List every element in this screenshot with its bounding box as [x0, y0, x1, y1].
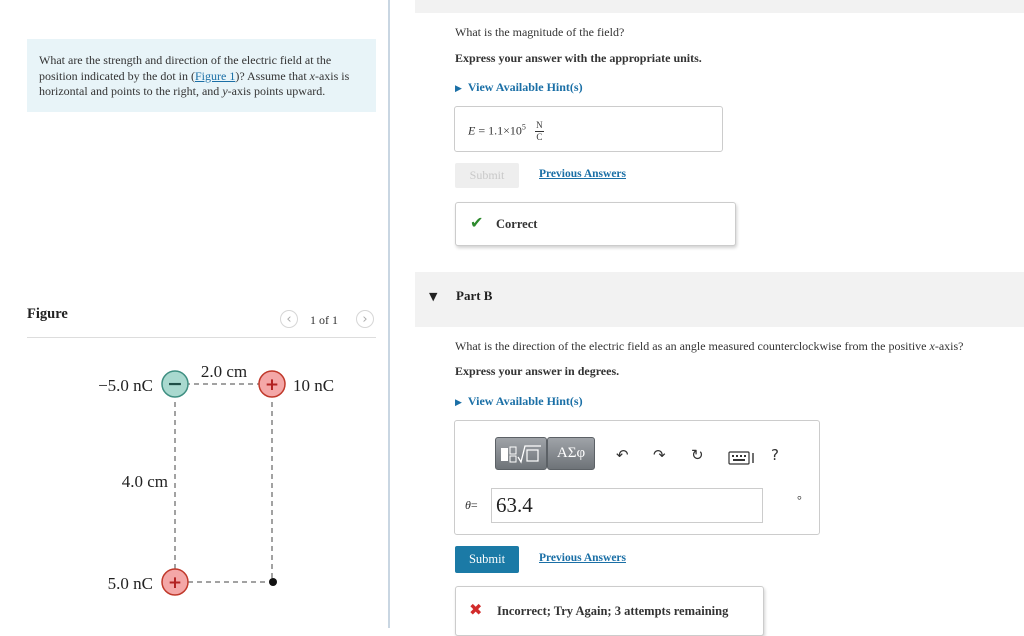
unit-denominator: C [536, 132, 543, 142]
undo-icon[interactable]: ↶ [616, 447, 629, 463]
math-templates-icon [501, 444, 541, 464]
next-figure-button[interactable]: › [356, 310, 374, 328]
answer-exponent: 5 [521, 122, 526, 132]
charge-label-top-left: −5.0 nC [98, 376, 153, 395]
charge-top-right: + [258, 370, 286, 398]
part-a-hint-toggle[interactable]: ▶ View Available Hint(s) [455, 80, 583, 95]
part-b-previous-answers-link[interactable]: Previous Answers [539, 552, 626, 564]
cross-icon: ✖ [469, 600, 483, 619]
part-a-answer-display: E = 1.1×105 N C [454, 106, 723, 152]
part-a-instruction: Express your answer with the appropriate… [455, 51, 702, 65]
caret-down-icon[interactable]: ▼ [429, 290, 437, 303]
part-b-label[interactable]: Part B [456, 288, 492, 304]
positive-sign-icon: + [265, 375, 279, 395]
question-text: -axis? [934, 339, 964, 353]
math-symbols-button[interactable]: ΑΣφ [547, 437, 595, 470]
dimension-horizontal: 2.0 cm [201, 362, 247, 381]
theta-label: θ= [465, 498, 478, 513]
answer-variable: E [468, 123, 476, 138]
problem-text: )? Assume that [235, 68, 310, 83]
checkmark-icon: ✔ [470, 213, 484, 232]
charge-label-bottom-left: 5.0 nC [108, 574, 153, 593]
part-a-feedback: ✔ Correct [455, 202, 736, 246]
caret-right-icon: ▶ [455, 397, 462, 407]
pane-divider[interactable] [388, 0, 390, 628]
figure-link[interactable]: Figure 1 [195, 69, 235, 83]
charge-diagram: − −5.0 nC + 10 nC + 5.0 nC 2.0 cm 4.0 cm [98, 362, 334, 596]
part-b-answer-editor: ΑΣφ ↶ ↷ ↻ ? θ= ° [454, 420, 820, 535]
math-templates-button[interactable] [495, 437, 547, 470]
part-b-instruction: Express your answer in degrees. [455, 364, 620, 378]
feedback-text: Incorrect; Try Again; 3 attempts remaini… [497, 604, 729, 618]
part-b-feedback: ✖ Incorrect; Try Again; 3 attempts remai… [455, 586, 764, 636]
help-icon[interactable]: ? [771, 447, 779, 463]
negative-sign-icon: − [167, 373, 183, 395]
caret-right-icon: ▶ [455, 83, 462, 93]
charge-top-left: − [161, 370, 189, 398]
part-a-previous-answers-link[interactable]: Previous Answers [539, 168, 626, 180]
problem-statement: What are the strength and direction of t… [27, 39, 376, 112]
positive-sign-icon: + [168, 573, 182, 593]
chevron-right-icon: › [362, 311, 368, 327]
angle-input[interactable] [491, 488, 763, 523]
part-b-submit-button[interactable]: Submit [455, 546, 519, 573]
question-text: What is the direction of the electric fi… [455, 339, 930, 353]
figure-divider [27, 337, 376, 338]
field-point-dot [269, 578, 277, 586]
unit-numerator: N [536, 120, 543, 130]
previous-figure-button[interactable]: ‹ [280, 310, 298, 328]
equals-sign: = [478, 123, 489, 138]
answer-unit-fraction: N C [534, 120, 544, 142]
dimension-vertical: 4.0 cm [122, 472, 168, 491]
hint-link-label: View Available Hint(s) [467, 394, 583, 408]
answer-mantissa: 1.1×10 [488, 123, 522, 138]
part-a-answer-expression: E = 1.1×105 N C [468, 121, 544, 142]
figure-page-counter: 1 of 1 [310, 313, 338, 327]
part-b-header[interactable] [415, 272, 1024, 327]
part-b-question: What is the direction of the electric fi… [455, 339, 963, 354]
feedback-text: Correct [496, 217, 538, 231]
chevron-left-icon: ‹ [286, 311, 292, 327]
keyboard-icon[interactable] [728, 451, 758, 468]
degree-unit: ° [797, 493, 802, 507]
problem-text: -axis points upward. [227, 84, 326, 98]
charge-bottom-left: + [161, 568, 189, 596]
equals-sign: = [470, 498, 478, 512]
part-a-header-strip [415, 0, 1024, 13]
hint-link-label: View Available Hint(s) [467, 80, 583, 94]
reset-icon[interactable]: ↻ [691, 447, 704, 463]
part-a-question: What is the magnitude of the field? [455, 25, 625, 39]
figure-title: Figure [27, 306, 68, 322]
redo-icon[interactable]: ↷ [653, 447, 666, 463]
part-b-hint-toggle[interactable]: ▶ View Available Hint(s) [455, 394, 583, 409]
part-a-submit-button[interactable]: Submit [455, 163, 519, 188]
charge-label-top-right: 10 nC [293, 376, 334, 395]
